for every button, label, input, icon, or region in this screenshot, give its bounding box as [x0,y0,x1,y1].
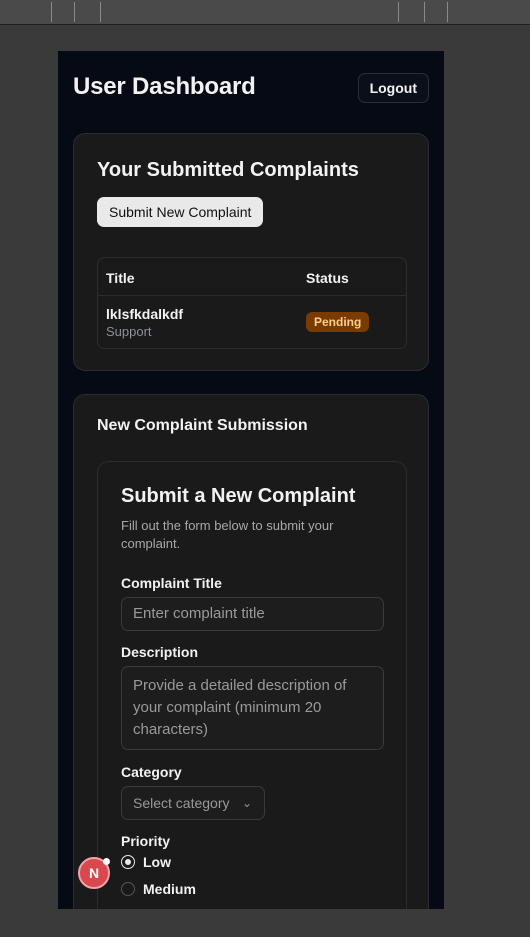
category-select[interactable]: Select category ⌄ [121,786,265,820]
priority-option-label: Medium [143,881,196,897]
toolbar-divider [74,2,75,22]
category-select-value: Select category [133,795,230,811]
form-title: Submit a New Complaint [121,485,356,507]
page-viewport: User Dashboard Logout Your Submitted Com… [58,51,444,909]
toolbar-divider [100,2,101,22]
category-label: Category [121,764,182,780]
complaints-title: Your Submitted Complaints [97,159,359,181]
submission-card: New Complaint Submission Submit a New Co… [73,394,429,909]
status-badge: Pending [306,312,370,332]
logout-button[interactable]: Logout [357,73,429,103]
complaint-title-input[interactable]: Enter complaint title [121,597,384,631]
dashboard-header: User Dashboard Logout [73,73,429,105]
toolbar-divider [398,2,399,22]
complaint-form: Submit a New Complaint Fill out the form… [97,461,407,909]
description-textarea[interactable]: Provide a detailed description of your c… [121,666,384,750]
browser-toolbar [0,0,530,25]
priority-label: Priority [121,833,171,849]
priority-option-label: Low [143,854,171,870]
radio-unchecked-icon[interactable] [121,882,135,896]
form-description: Fill out the form below to submit your c… [121,518,334,551]
table-divider [98,295,406,296]
column-header-status: Status [306,270,349,286]
toolbar-divider [447,2,448,22]
indicator-dot-icon [103,858,110,865]
page-title: User Dashboard [73,73,256,100]
radio-checked-icon[interactable] [121,855,135,869]
complaint-category-cell: Support [106,324,152,339]
submission-section-title: New Complaint Submission [97,417,308,434]
complaints-table: Title Status lklsfkdalkdf Support Pendin… [97,257,407,349]
complaint-title-cell[interactable]: lklsfkdalkdf [106,306,183,322]
column-header-title: Title [106,270,135,286]
chevron-down-icon: ⌄ [241,796,252,810]
complaints-card: Your Submitted Complaints Submit New Com… [73,133,429,371]
toolbar-divider [424,2,425,22]
toolbar-divider [51,2,52,22]
description-label: Description [121,644,199,660]
submit-new-complaint-button[interactable]: Submit New Complaint [97,197,264,227]
title-label: Complaint Title [121,575,222,591]
